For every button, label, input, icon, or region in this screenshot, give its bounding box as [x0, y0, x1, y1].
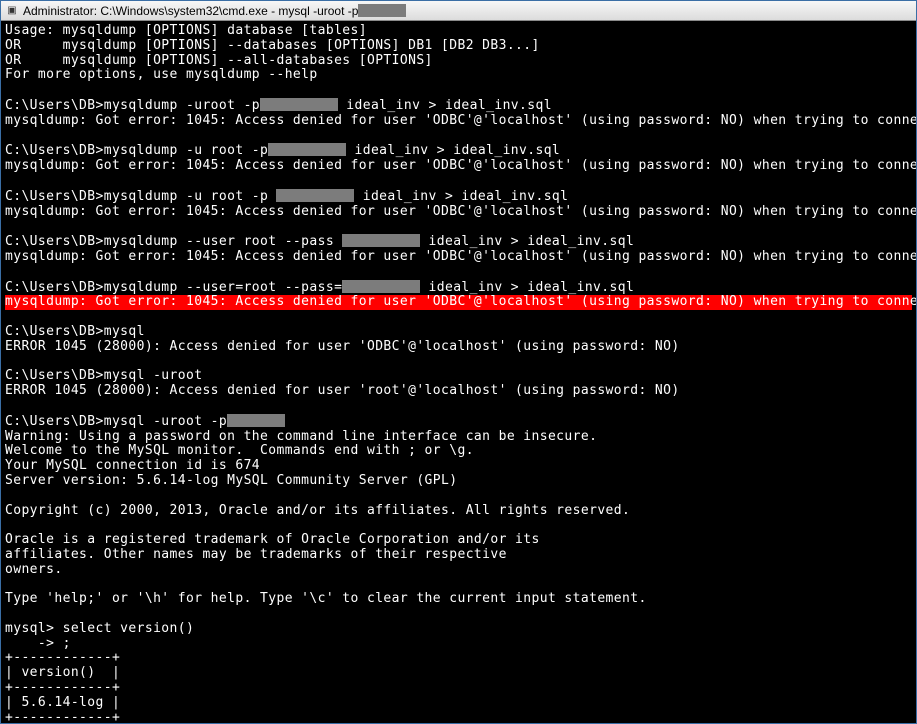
prompt-line: C:\Users\DB>mysqldump --user root --pass: [5, 234, 342, 249]
error-line: mysqldump: Got error: 1045: Access denie…: [5, 249, 916, 264]
titlebar[interactable]: ▣ Administrator: C:\Windows\system32\cmd…: [1, 1, 916, 21]
output-line: Server version: 5.6.14-log MySQL Communi…: [5, 473, 457, 488]
output-line: Warning: Using a password on the command…: [5, 429, 597, 444]
cmd-window: ▣ Administrator: C:\Windows\system32\cmd…: [0, 0, 917, 724]
cmd-icon: ▣: [5, 4, 19, 18]
prompt-line: C:\Users\DB>mysqldump --user=root --pass…: [5, 280, 342, 295]
window-title: Administrator: C:\Windows\system32\cmd.e…: [23, 4, 358, 18]
output-line: Copyright (c) 2000, 2013, Oracle and/or …: [5, 503, 630, 518]
prompt-line: C:\Users\DB>mysql: [5, 324, 145, 339]
prompt-line: C:\Users\DB>mysqldump -u root -p: [5, 189, 276, 204]
password-redacted: [276, 189, 354, 202]
password-redacted: [268, 143, 346, 156]
title-redacted: [358, 4, 406, 17]
password-redacted: [227, 414, 285, 427]
password-redacted: [342, 280, 420, 293]
usage-line: OR mysqldump [OPTIONS] --databases [OPTI…: [5, 38, 540, 53]
prompt-line: C:\Users\DB>mysql -uroot -p: [5, 414, 227, 429]
prompt-line: C:\Users\DB>mysqldump -u root -p: [5, 143, 268, 158]
output-line: Oracle is a registered trademark of Orac…: [5, 532, 540, 547]
usage-line: OR mysqldump [OPTIONS] --all-databases […: [5, 53, 433, 68]
password-redacted: [260, 98, 338, 111]
prompt-line: C:\Users\DB>mysql -uroot: [5, 368, 202, 383]
table-header: | version() |: [5, 665, 120, 680]
table-border: +------------+: [5, 680, 120, 695]
error-line: mysqldump: Got error: 1045: Access denie…: [5, 113, 916, 128]
prompt-tail: ideal_inv > ideal_inv.sql: [346, 143, 560, 158]
prompt-tail: ideal_inv > ideal_inv.sql: [420, 234, 634, 249]
password-redacted: [342, 234, 420, 247]
error-line: ERROR 1045 (28000): Access denied for us…: [5, 339, 680, 354]
output-line: affiliates. Other names may be trademark…: [5, 547, 507, 562]
usage-line: For more options, use mysqldump --help: [5, 67, 318, 82]
table-border: +------------+: [5, 710, 120, 723]
error-line: mysqldump: Got error: 1045: Access denie…: [5, 204, 916, 219]
error-line: ERROR 1045 (28000): Access denied for us…: [5, 383, 680, 398]
mysql-prompt: -> ;: [5, 636, 71, 651]
output-line: owners.: [5, 562, 63, 577]
highlighted-error-line: mysqldump: Got error: 1045: Access denie…: [5, 295, 912, 310]
output-line: Type 'help;' or '\h' for help. Type '\c'…: [5, 591, 647, 606]
table-border: +------------+: [5, 650, 120, 665]
terminal-area[interactable]: Usage: mysqldump [OPTIONS] database [tab…: [1, 21, 916, 723]
error-line: mysqldump: Got error: 1045: Access denie…: [5, 158, 916, 173]
mysql-prompt: mysql> select version(): [5, 621, 194, 636]
prompt-tail: ideal_inv > ideal_inv.sql: [338, 98, 552, 113]
output-line: Welcome to the MySQL monitor. Commands e…: [5, 443, 474, 458]
usage-line: Usage: mysqldump [OPTIONS] database [tab…: [5, 23, 367, 38]
prompt-tail: ideal_inv > ideal_inv.sql: [420, 280, 634, 295]
prompt-tail: ideal_inv > ideal_inv.sql: [354, 189, 568, 204]
output-line: Your MySQL connection id is 674: [5, 458, 260, 473]
prompt-line: C:\Users\DB>mysqldump -uroot -p: [5, 98, 260, 113]
table-row: | 5.6.14-log |: [5, 695, 120, 710]
